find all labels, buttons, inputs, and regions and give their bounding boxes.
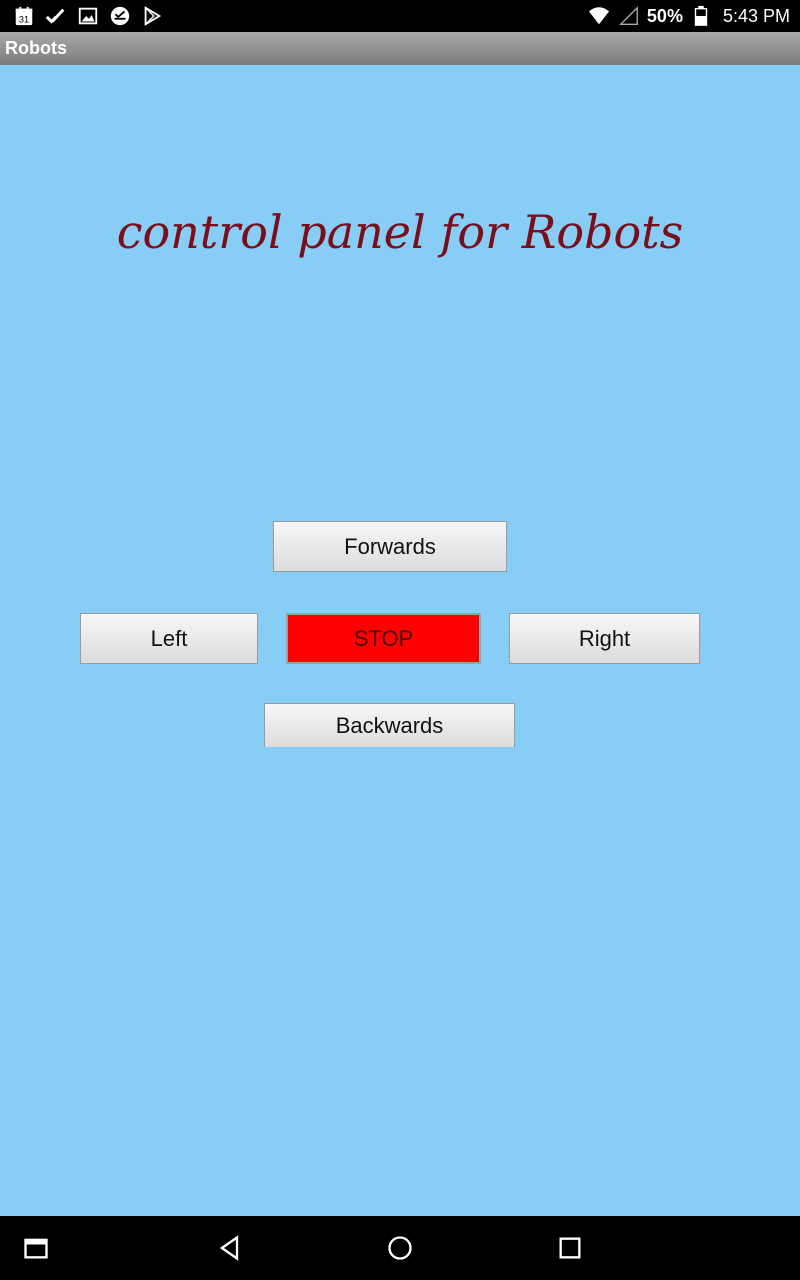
system-indicators: 50% 5:43 PM — [587, 0, 790, 32]
inbox-icon — [108, 4, 132, 28]
wifi-icon — [587, 4, 611, 28]
clock: 5:43 PM — [722, 5, 790, 26]
calendar-icon: 31 — [12, 4, 36, 28]
stop-button[interactable]: STOP — [286, 613, 481, 664]
cell-signal-icon — [617, 4, 641, 28]
battery-icon — [689, 4, 713, 28]
notification-icons: 31 — [12, 4, 164, 28]
status-bar: 31 50% 5:43 PM — [0, 0, 800, 32]
backwards-button[interactable]: Backwards — [264, 703, 515, 747]
app-title: Robots — [5, 38, 67, 58]
title-bar: Robots — [0, 32, 800, 65]
back-icon[interactable] — [214, 1232, 246, 1264]
page-heading: control panel for Robots — [116, 205, 684, 259]
play-store-icon — [140, 4, 164, 28]
recent-apps-icon[interactable] — [20, 1232, 52, 1264]
battery-percent: 50% — [646, 5, 683, 26]
overview-icon[interactable] — [554, 1232, 586, 1264]
forwards-button[interactable]: Forwards — [273, 521, 507, 572]
navigation-bar — [0, 1216, 800, 1280]
home-icon[interactable] — [384, 1232, 416, 1264]
image-icon — [76, 4, 100, 28]
left-button[interactable]: Left — [80, 613, 258, 664]
right-button[interactable]: Right — [509, 613, 700, 664]
check-icon — [44, 4, 68, 28]
svg-text:31: 31 — [19, 14, 29, 24]
